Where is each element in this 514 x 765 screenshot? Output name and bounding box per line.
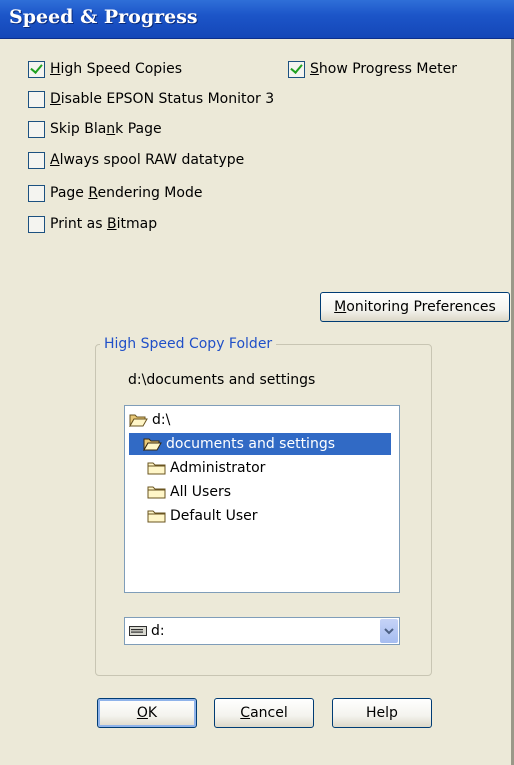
tree-item[interactable]: Default User [147, 505, 258, 527]
drive-select[interactable]: d: [124, 617, 400, 645]
folder-icon [147, 486, 166, 499]
monitoring-preferences-button[interactable]: Monitoring Preferences [320, 292, 510, 322]
open-folder-icon [143, 438, 162, 451]
checkbox-checked-icon [288, 60, 305, 78]
title-bar: Speed & Progress [0, 0, 514, 39]
print-as-bitmap-label: Print as Bitmap [50, 216, 158, 232]
high-speed-copies-label: High Speed Copies [50, 61, 182, 77]
tree-item[interactable]: Administrator [147, 457, 265, 479]
always-spool-raw-checkbox[interactable]: Always spool RAW datatype [28, 150, 244, 170]
checkbox-unchecked-icon [28, 184, 45, 202]
checkbox-checked-icon [28, 60, 45, 78]
show-progress-meter-checkbox[interactable]: Show Progress Meter [288, 59, 457, 79]
page-rendering-mode-checkbox[interactable]: Page Rendering Mode [28, 183, 202, 203]
open-folder-icon [129, 414, 148, 427]
checkbox-unchecked-icon [28, 151, 45, 169]
chevron-down-icon[interactable] [380, 619, 398, 643]
checkbox-unchecked-icon [28, 215, 45, 233]
tree-item[interactable]: All Users [147, 481, 231, 503]
group-title: High Speed Copy Folder [100, 336, 277, 352]
monitoring-preferences-label: Monitoring Preferences [334, 299, 496, 315]
help-button[interactable]: Help [332, 698, 432, 728]
checkbox-unchecked-icon [28, 90, 45, 108]
always-spool-raw-label: Always spool RAW datatype [50, 152, 245, 168]
drive-icon [129, 626, 147, 636]
show-progress-meter-label: Show Progress Meter [310, 61, 457, 77]
skip-blank-page-label: Skip Blank Page [50, 121, 162, 137]
skip-blank-page-checkbox[interactable]: Skip Blank Page [28, 119, 162, 139]
high-speed-copies-checkbox[interactable]: High Speed Copies [28, 59, 182, 79]
folder-tree[interactable]: d:\ documents and settings Administrator… [124, 405, 400, 593]
tree-item[interactable]: d:\ [129, 409, 170, 431]
print-as-bitmap-checkbox[interactable]: Print as Bitmap [28, 214, 157, 234]
drive-value: d: [151, 623, 165, 639]
current-folder-path: d:\documents and settings [128, 372, 316, 388]
cancel-button[interactable]: Cancel [214, 698, 314, 728]
cancel-label: Cancel [240, 705, 288, 721]
folder-icon [147, 462, 166, 475]
ok-label: OK [136, 705, 158, 721]
disable-status-monitor-label: Disable EPSON Status Monitor 3 [50, 91, 275, 107]
help-label: Help [366, 705, 398, 721]
window-title: Speed & Progress [9, 6, 198, 28]
tree-item-selected[interactable]: documents and settings [129, 433, 391, 455]
folder-icon [147, 510, 166, 523]
page-rendering-mode-label: Page Rendering Mode [50, 185, 203, 201]
checkbox-unchecked-icon [28, 120, 45, 138]
speed-progress-dialog: Speed & Progress High Speed Copies Show … [0, 0, 514, 765]
disable-status-monitor-checkbox[interactable]: Disable EPSON Status Monitor 3 [28, 89, 274, 109]
ok-button[interactable]: OK [97, 698, 197, 728]
